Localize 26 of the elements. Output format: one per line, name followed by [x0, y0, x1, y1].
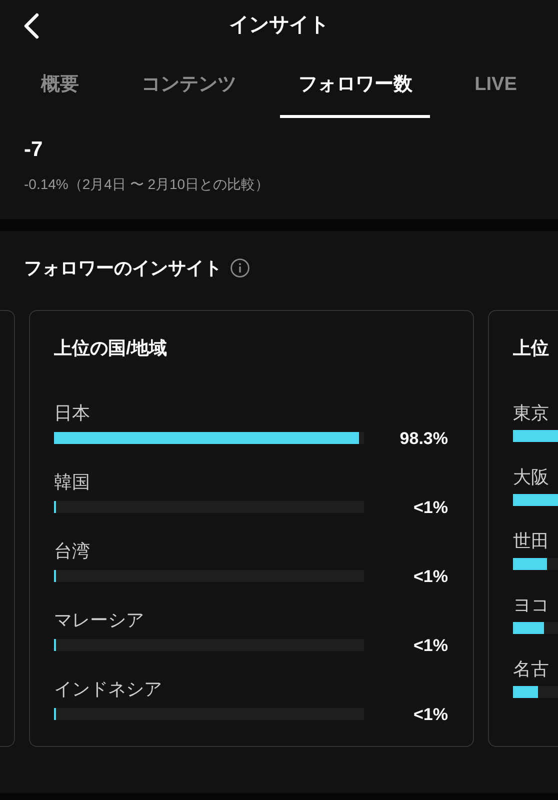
- tab[interactable]: フォロワー数: [280, 56, 430, 118]
- tab[interactable]: コンテンツ: [123, 56, 254, 118]
- tab[interactable]: LIVE: [456, 56, 535, 118]
- info-icon[interactable]: [230, 258, 250, 278]
- percent-value: <1%: [412, 706, 448, 722]
- row-label: 大阪: [513, 468, 550, 486]
- comparison-text: -0.14%（2月4日 〜 2月10日との比較）: [24, 174, 270, 194]
- percent-value: <1%: [412, 636, 448, 654]
- card-title: 上位: [513, 336, 550, 360]
- page-title: インサイト: [229, 13, 329, 38]
- row-label: 日本: [54, 404, 91, 422]
- row-label: 東京: [513, 404, 550, 422]
- section-title: フォロワーのインサイト: [24, 256, 222, 280]
- percent-value: <1%: [412, 498, 448, 516]
- percent-value: 98.3%: [398, 430, 448, 446]
- row-label: マレーシア: [54, 610, 145, 628]
- card-title: 上位の国/地域: [54, 336, 168, 360]
- row-label: インドネシア: [54, 680, 163, 698]
- tab[interactable]: 概要: [23, 56, 98, 118]
- percent-value: <1%: [412, 568, 448, 584]
- row-label: 台湾: [54, 542, 91, 560]
- row-label: ヨコ: [513, 596, 550, 614]
- follower-change: -7: [24, 137, 44, 163]
- row-label: 名古: [513, 660, 550, 678]
- row-label: 韓国: [54, 472, 91, 490]
- row-label: 世田: [513, 532, 550, 550]
